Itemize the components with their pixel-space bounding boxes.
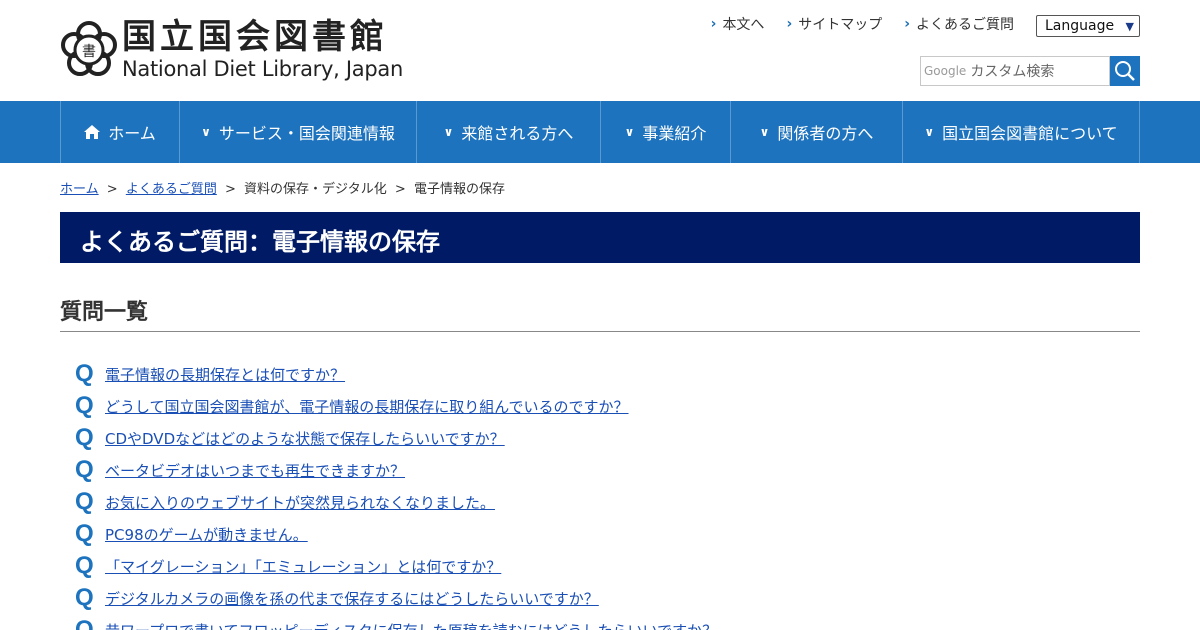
chevron-down-icon: ∨ <box>624 125 635 139</box>
question-list: Q 電子情報の長期保存とは何ですか？ Q どうして国立国会図書館が、電子情報の長… <box>75 358 1125 630</box>
question-link[interactable]: デジタルカメラの画像を孫の代まで保存するにはどうしたらいいですか？ <box>105 588 599 609</box>
list-item: Q 電子情報の長期保存とは何ですか？ <box>75 358 1125 390</box>
breadcrumb: ホーム > よくあるご質問 > 資料の保存・デジタル化 > 電子情報の保存 <box>60 178 505 197</box>
search-icon <box>1115 61 1135 81</box>
nav-item-label: サービス・国会関連情報 <box>218 124 395 143</box>
q-marker: Q <box>75 584 94 611</box>
global-nav: ホーム ∨ サービス・国会関連情報 ∨ 来館される方へ ∨ 事業紹介 ∨ 関係者… <box>0 101 1200 163</box>
breadcrumb-home-link[interactable]: ホーム <box>60 182 99 197</box>
question-link[interactable]: CDやDVDなどはどのような状態で保存したらいいですか？ <box>105 428 505 449</box>
nav-item-services[interactable]: ∨ サービス・国会関連情報 <box>180 101 417 163</box>
google-label: Google <box>924 64 967 78</box>
ndl-logo[interactable]: 書 国立国会図書館 National Diet Library, Japan <box>60 18 430 82</box>
question-link[interactable]: 昔ワープロで書いてフロッピーディスクに保存した原稿を読むにはどうしたらいいですか… <box>105 620 717 630</box>
breadcrumb-current: 電子情報の保存 <box>413 182 505 197</box>
question-link[interactable]: お気に入りのウェブサイトが突然見られなくなりました。 <box>105 492 495 513</box>
ndl-emblem-icon: 書 <box>60 21 118 79</box>
nav-item-label: 関係者の方へ <box>777 124 874 143</box>
list-item: Q どうして国立国会図書館が、電子情報の長期保存に取り組んでいるのですか？ <box>75 390 1125 422</box>
util-link-label: サイトマップ <box>798 17 883 33</box>
nav-item-home[interactable]: ホーム <box>61 101 180 163</box>
nav-item-label: ホーム <box>108 124 156 143</box>
question-link[interactable]: 「マイグレーション」「エミュレーション」とは何ですか？ <box>105 556 501 577</box>
chevron-down-icon: ▼ <box>1125 20 1134 33</box>
q-marker: Q <box>75 392 94 419</box>
language-select[interactable]: Language ▼ <box>1036 15 1140 37</box>
utility-links: › 本文へ › サイトマップ › よくあるご質問 <box>711 14 1014 34</box>
list-item: Q 昔ワープロで書いてフロッピーディスクに保存した原稿を読むにはどうしたらいいで… <box>75 614 1125 630</box>
home-icon <box>84 125 101 139</box>
list-item: Q PC98のゲームが動きません。 <box>75 518 1125 550</box>
chevron-right-icon: › <box>710 16 717 32</box>
site-header: 書 国立国会図書館 National Diet Library, Japan ›… <box>0 0 1200 101</box>
skip-to-content-link[interactable]: › 本文へ <box>711 14 765 34</box>
sitemap-link[interactable]: › サイトマップ <box>786 14 882 34</box>
q-marker: Q <box>75 616 94 630</box>
section-heading-text: 質問一覧 <box>60 300 149 325</box>
q-marker: Q <box>75 552 94 579</box>
nav-item-stakeholders[interactable]: ∨ 関係者の方へ <box>731 101 903 163</box>
util-link-label: よくあるご質問 <box>916 17 1014 33</box>
list-item: Q 「マイグレーション」「エミュレーション」とは何ですか？ <box>75 550 1125 582</box>
nav-item-about[interactable]: ∨ 国立国会図書館について <box>903 101 1140 163</box>
list-item: Q ベータビデオはいつまでも再生できますか？ <box>75 454 1125 486</box>
chevron-down-icon: ∨ <box>443 125 454 139</box>
question-link[interactable]: PC98のゲームが動きません。 <box>105 524 308 545</box>
breadcrumb-faq-link[interactable]: よくあるご質問 <box>126 182 217 197</box>
util-link-label: 本文へ <box>722 17 765 33</box>
language-select-value: Language <box>1045 18 1115 34</box>
nav-item-label: 国立国会図書館について <box>942 124 1118 143</box>
nav-item-visitors[interactable]: ∨ 来館される方へ <box>417 101 601 163</box>
breadcrumb-separator: > <box>224 182 236 197</box>
faq-link[interactable]: › よくあるご質問 <box>904 14 1014 34</box>
breadcrumb-separator: > <box>394 182 406 197</box>
list-item: Q お気に入りのウェブサイトが突然見られなくなりました。 <box>75 486 1125 518</box>
chevron-down-icon: ∨ <box>924 125 935 139</box>
question-link[interactable]: ベータビデオはいつまでも再生できますか？ <box>105 460 405 481</box>
q-marker: Q <box>75 424 94 451</box>
chevron-right-icon: › <box>904 16 910 32</box>
q-marker: Q <box>75 488 94 515</box>
q-marker: Q <box>75 456 94 483</box>
svg-text:書: 書 <box>82 44 96 60</box>
logo-english-text: National Diet Library, Japan <box>122 57 403 81</box>
search-button[interactable] <box>1110 56 1140 86</box>
question-link[interactable]: 電子情報の長期保存とは何ですか？ <box>105 364 345 385</box>
list-item: Q デジタルカメラの画像を孫の代まで保存するにはどうしたらいいですか？ <box>75 582 1125 614</box>
page-title-banner: よくあるご質問：電子情報の保存 <box>60 212 1140 263</box>
search-input[interactable]: Google カスタム検索 <box>920 56 1110 86</box>
chevron-right-icon: › <box>786 16 793 32</box>
section-heading: 質問一覧 <box>60 294 1140 332</box>
nav-item-label: 事業紹介 <box>642 124 707 143</box>
chevron-down-icon: ∨ <box>201 125 211 139</box>
chevron-down-icon: ∨ <box>759 125 770 139</box>
question-link[interactable]: どうして国立国会図書館が、電子情報の長期保存に取り組んでいるのですか？ <box>105 396 629 417</box>
page-title: よくあるご質問：電子情報の保存 <box>80 228 440 256</box>
nav-item-projects[interactable]: ∨ 事業紹介 <box>601 101 731 163</box>
breadcrumb-category: 資料の保存・デジタル化 <box>244 182 387 197</box>
nav-item-label: 来館される方へ <box>461 124 574 143</box>
breadcrumb-separator: > <box>106 182 118 197</box>
search-placeholder: カスタム検索 <box>970 64 1055 80</box>
list-item: Q CDやDVDなどはどのような状態で保存したらいいですか？ <box>75 422 1125 454</box>
logo-japanese-text: 国立国会図書館 <box>122 17 388 57</box>
q-marker: Q <box>75 360 94 387</box>
q-marker: Q <box>75 520 94 547</box>
